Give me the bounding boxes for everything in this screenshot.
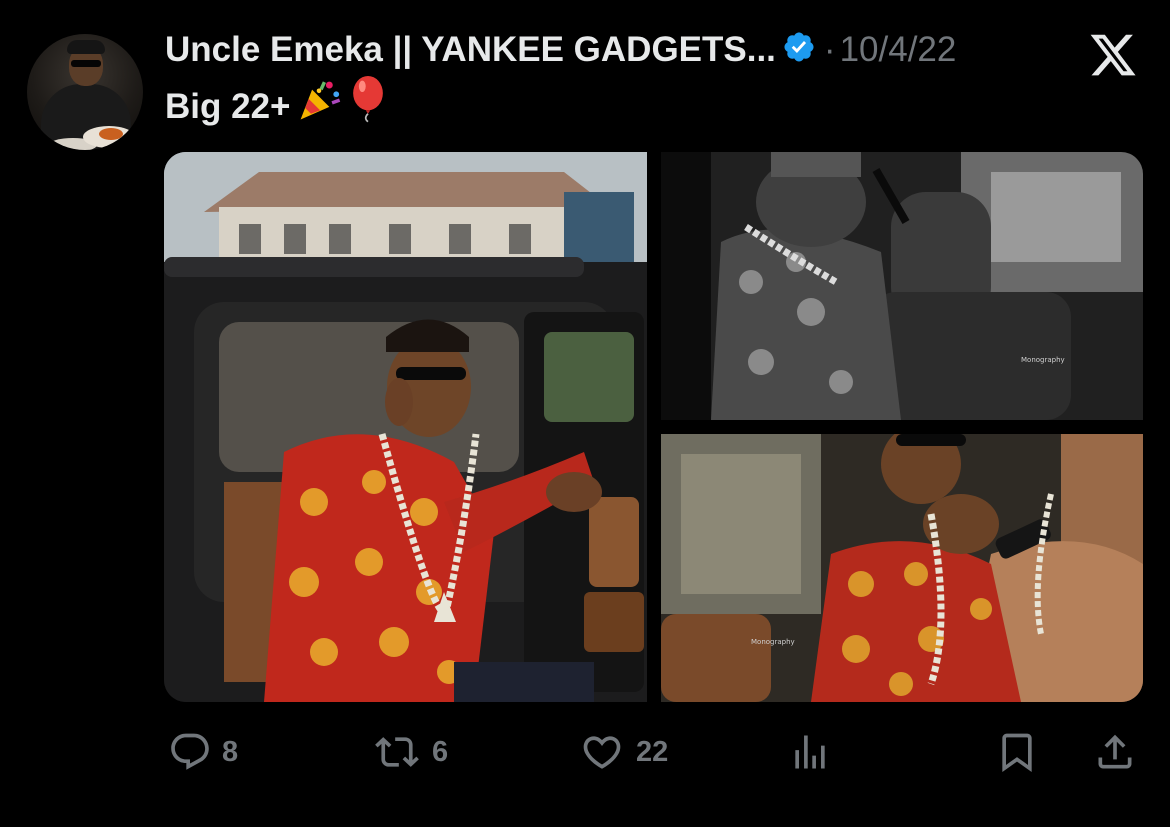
photo-top-right[interactable]: Monography (661, 152, 1143, 420)
retweet-button[interactable]: 6 (372, 730, 448, 774)
media-grid[interactable]: Monography Monography (164, 152, 1143, 702)
tweet-header: Uncle Emeka || YANKEE GADGETS... · 10/4/2… (165, 30, 1065, 78)
verified-icon[interactable] (782, 30, 816, 64)
svg-text:Monography: Monography (1021, 356, 1065, 364)
tweet-text-body: Big 22+ (165, 86, 291, 126)
share-button[interactable] (1093, 730, 1137, 774)
party-popper-icon (296, 77, 342, 132)
photo-bottom-right[interactable]: Monography (661, 434, 1143, 702)
retweet-icon (375, 737, 419, 767)
tweet-date[interactable]: 10/4/22 (840, 30, 957, 69)
author-name[interactable]: Uncle Emeka || YANKEE GADGETS... (165, 30, 776, 69)
photo-top-right-art: Monography (661, 152, 1143, 420)
photo-main-art (164, 152, 647, 702)
reply-icon (171, 733, 209, 770)
avatar-hat (67, 40, 105, 54)
svg-text:Monography: Monography (751, 638, 795, 646)
avatar-glasses (71, 60, 101, 67)
bookmark-button[interactable] (995, 730, 1039, 774)
bookmark-icon (1002, 733, 1032, 773)
retweet-count: 6 (432, 735, 449, 768)
share-icon (1098, 734, 1132, 769)
like-icon (583, 736, 621, 769)
red-balloon-icon (348, 76, 388, 133)
reply-count: 8 (222, 735, 239, 768)
avatar-food (99, 128, 123, 140)
photo-bottom-right-art: Monography (661, 434, 1143, 702)
like-button[interactable]: 22 (578, 730, 668, 774)
photo-main[interactable] (164, 152, 647, 702)
x-logo-icon[interactable] (1087, 30, 1139, 80)
tweet-actions: 8 6 22 (0, 720, 1170, 780)
tweet-text: Big 22+ (165, 76, 388, 137)
avatar[interactable] (27, 34, 143, 150)
like-count: 22 (636, 735, 669, 768)
views-icon (795, 735, 825, 769)
views-button[interactable] (788, 730, 832, 774)
separator-dot: · (823, 30, 836, 69)
reply-button[interactable]: 8 (168, 730, 238, 774)
